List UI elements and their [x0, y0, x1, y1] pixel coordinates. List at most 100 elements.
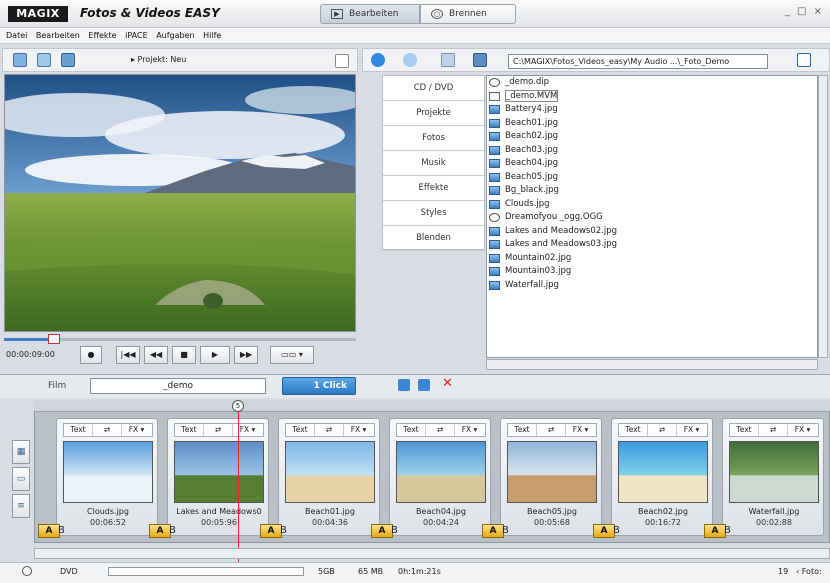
clip-text-button[interactable]: Text	[286, 424, 315, 436]
file-item[interactable]: Dreamofyou _ogg.OGG	[487, 211, 817, 225]
timeline-view-icon[interactable]: ≡	[12, 494, 30, 518]
clip-text-button[interactable]: Text	[175, 424, 204, 436]
export-icon[interactable]	[418, 379, 430, 391]
category-effekte[interactable]: Effekte	[383, 176, 484, 201]
position-slider-handle[interactable]	[48, 334, 60, 344]
file-item[interactable]: Lakes and Meadows02.jpg	[487, 225, 817, 239]
record-button[interactable]: ●	[80, 346, 102, 364]
clip-thumbnail[interactable]	[174, 441, 264, 503]
file-item[interactable]: Waterfall.jpg	[487, 279, 817, 293]
mode-tab-edit[interactable]: ▶ Bearbeiten	[320, 4, 420, 24]
open-project-icon[interactable]	[37, 53, 51, 67]
category-styles[interactable]: Styles	[383, 201, 484, 226]
category-musik[interactable]: Musik	[383, 151, 484, 176]
storyboard-clip[interactable]: Text ⇄ FX ▾ Lakes and Meadows0 00:05:96	[167, 418, 269, 536]
category-cd-dvd[interactable]: CD / DVD	[383, 76, 484, 101]
storyboard-clip[interactable]: Text ⇄ FX ▾ Beach02.jpg 00:16:72	[611, 418, 713, 536]
new-project-icon[interactable]	[13, 53, 27, 67]
mode-tab-burn[interactable]: ○ Brennen	[420, 4, 516, 24]
menu-ipace[interactable]: iPACE	[125, 28, 148, 44]
storyboard-view-icon[interactable]: ▭	[12, 467, 30, 491]
delete-icon[interactable]: ✕	[442, 376, 453, 391]
menu-bearbeiten[interactable]: Bearbeiten	[36, 28, 80, 44]
clip-thumbnail[interactable]	[396, 441, 486, 503]
grid-view-icon[interactable]: ▦	[12, 440, 30, 464]
menu-aufgaben[interactable]: Aufgaben	[156, 28, 194, 44]
clip-text-button[interactable]: Text	[64, 424, 93, 436]
stop-button[interactable]: ■	[172, 346, 196, 364]
file-item[interactable]: Beach03.jpg	[487, 144, 817, 158]
clip-fx-button[interactable]: FX ▾	[455, 424, 484, 436]
minimize-preview-icon[interactable]	[335, 54, 349, 68]
category-fotos[interactable]: Fotos	[383, 126, 484, 151]
storyboard-clip[interactable]: Text ⇄ FX ▾ Clouds.jpg 00:06:52	[56, 418, 158, 536]
clip-edit-icon[interactable]: ⇄	[537, 424, 566, 436]
file-list-horizontal-scrollbar[interactable]	[486, 359, 818, 370]
clip-edit-icon[interactable]: ⇄	[315, 424, 344, 436]
to-start-button[interactable]: |◀◀	[116, 346, 140, 364]
clip-thumbnail[interactable]	[507, 441, 597, 503]
save-project-icon[interactable]	[61, 53, 75, 67]
file-item[interactable]: Mountain02.jpg	[487, 252, 817, 266]
rewind-button[interactable]: ◀◀	[144, 346, 168, 364]
timeline-ruler[interactable]	[34, 400, 830, 412]
category-blenden[interactable]: Blenden	[383, 226, 484, 251]
project-name[interactable]: ▸ Projekt: Neu	[131, 55, 186, 64]
clip-edit-icon[interactable]: ⇄	[426, 424, 455, 436]
import-icon[interactable]	[398, 379, 410, 391]
file-item[interactable]: Bg_black.jpg	[487, 184, 817, 198]
clip-thumbnail[interactable]	[63, 441, 153, 503]
target-medium[interactable]: DVD	[60, 567, 78, 576]
transition-icon[interactable]: A	[704, 524, 726, 538]
file-item[interactable]: Beach05.jpg	[487, 171, 817, 185]
window-controls[interactable]: _ □ ×	[785, 6, 824, 17]
file-list-vertical-scrollbar[interactable]	[818, 75, 828, 358]
forward-button[interactable]: ▶▶	[234, 346, 258, 364]
forward-icon[interactable]	[403, 53, 417, 67]
transition-icon[interactable]: A	[593, 524, 615, 538]
clip-fx-button[interactable]: FX ▾	[788, 424, 817, 436]
storyboard-clip[interactable]: Text ⇄ FX ▾ Beach05.jpg 00:05:68	[500, 418, 602, 536]
clip-fx-button[interactable]: FX ▾	[677, 424, 706, 436]
file-item[interactable]: Battery4.jpg	[487, 103, 817, 117]
menu-datei[interactable]: Datei	[6, 28, 27, 44]
transition-icon[interactable]: A	[149, 524, 171, 538]
clip-fx-button[interactable]: FX ▾	[344, 424, 373, 436]
computer-icon[interactable]	[473, 53, 487, 67]
clip-fx-button[interactable]: FX ▾	[122, 424, 151, 436]
transition-icon[interactable]: A	[482, 524, 504, 538]
file-item[interactable]: Beach04.jpg	[487, 157, 817, 171]
clip-text-button[interactable]: Text	[508, 424, 537, 436]
storyboard-clip[interactable]: Text ⇄ FX ▾ Waterfall.jpg 00:02:88	[722, 418, 824, 536]
storyboard-scrollbar[interactable]	[34, 548, 830, 559]
clip-edit-icon[interactable]: ⇄	[93, 424, 122, 436]
transition-icon[interactable]: A	[38, 524, 60, 538]
file-item[interactable]: Beach01.jpg	[487, 117, 817, 131]
clip-thumbnail[interactable]	[729, 441, 819, 503]
position-slider[interactable]	[4, 334, 356, 344]
transition-icon[interactable]: A	[260, 524, 282, 538]
view-mode-icon[interactable]	[797, 53, 811, 67]
one-click-button[interactable]: 1 Click	[282, 377, 356, 395]
file-item[interactable]: Beach02.jpg	[487, 130, 817, 144]
storyboard-clip[interactable]: Text ⇄ FX ▾ Beach04.jpg 00:04:24	[389, 418, 491, 536]
clip-fx-button[interactable]: FX ▾	[566, 424, 595, 436]
storyboard-clip[interactable]: Text ⇄ FX ▾ Beach01.jpg 00:04:36	[278, 418, 380, 536]
preview-mode-button[interactable]: ▭▭ ▾	[270, 346, 314, 364]
back-icon[interactable]	[371, 53, 385, 67]
playhead-marker[interactable]: 5	[232, 400, 244, 412]
file-item[interactable]: _demo.dip	[487, 76, 817, 90]
path-field[interactable]: C:\MAGIX\Fotos_Videos_easy\My Audio ...\…	[508, 54, 768, 69]
clip-thumbnail[interactable]	[285, 441, 375, 503]
clip-edit-icon[interactable]: ⇄	[759, 424, 788, 436]
clip-edit-icon[interactable]: ⇄	[648, 424, 677, 436]
transition-icon[interactable]: A	[371, 524, 393, 538]
file-item[interactable]: _demo.MVM	[487, 89, 817, 103]
clip-text-button[interactable]: Text	[730, 424, 759, 436]
menu-effekte[interactable]: Effekte	[88, 28, 116, 44]
file-item[interactable]: Lakes and Meadows03.jpg	[487, 238, 817, 252]
clip-text-button[interactable]: Text	[397, 424, 426, 436]
clip-thumbnail[interactable]	[618, 441, 708, 503]
clip-text-button[interactable]: Text	[619, 424, 648, 436]
play-button[interactable]: ▶	[200, 346, 230, 364]
